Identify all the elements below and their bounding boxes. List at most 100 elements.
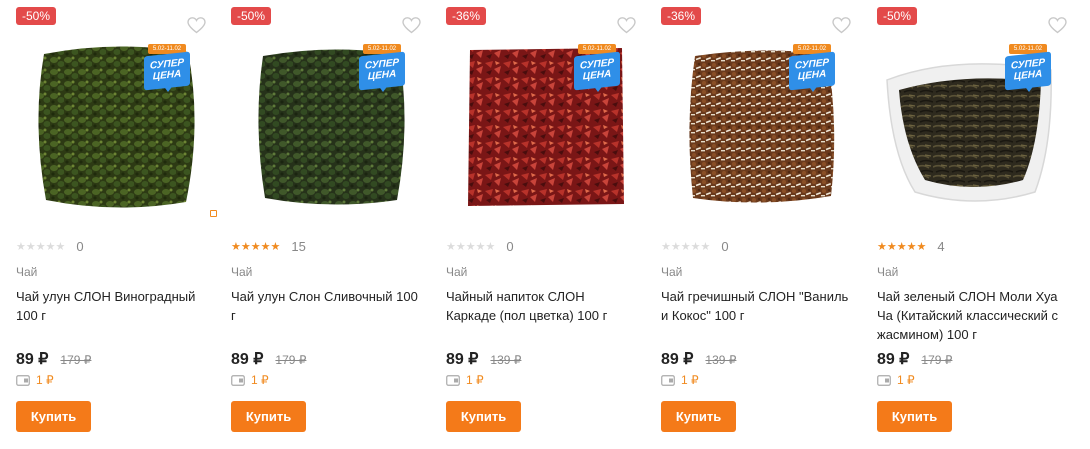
star-icon: ★ [250, 240, 261, 253]
review-count[interactable]: 4 [937, 239, 944, 254]
buy-button[interactable]: Купить [877, 401, 952, 432]
review-count[interactable]: 15 [291, 239, 305, 254]
buy-button[interactable]: Купить [661, 401, 736, 432]
super-price-badge: 5.02-11.02 СУПЕР ЦЕНА [789, 44, 835, 92]
bonus-points: 1 ₽ [446, 373, 484, 387]
bonus-value: 1 ₽ [36, 373, 54, 387]
product-card: -50% 5.02-11.02 СУПЕР ЦЕНА [877, 0, 1077, 449]
favorite-heart-icon[interactable] [187, 17, 206, 34]
buy-button[interactable]: Купить [446, 401, 521, 432]
price-block: 89 ₽ 179 ₽ [231, 349, 306, 369]
old-price: 179 ₽ [921, 353, 953, 367]
super-price-badge: 5.02-11.02 СУПЕР ЦЕНА [359, 44, 405, 92]
discount-badge: -50% [16, 7, 57, 25]
star-icon: ★ [55, 240, 66, 253]
star-icon: ★ [240, 240, 251, 253]
product-name[interactable]: Чай зеленый СЛОН Моли Хуа Ча (Китайский … [877, 287, 1067, 344]
review-count[interactable]: 0 [721, 239, 728, 254]
product-category[interactable]: Чай [661, 265, 682, 279]
promo-line-2: ЦЕНА [367, 68, 397, 83]
rating-stars: ★★★★★ [231, 240, 280, 253]
old-price: 179 ₽ [275, 353, 307, 367]
current-price: 89 ₽ [877, 351, 910, 368]
star-icon: ★ [25, 240, 36, 253]
product-name[interactable]: Чайный напиток СЛОН Каркаде (пол цветка)… [446, 287, 636, 325]
bonus-card-icon [231, 374, 245, 386]
star-icon: ★ [886, 240, 897, 253]
bonus-points: 1 ₽ [16, 373, 54, 387]
current-price: 89 ₽ [231, 351, 264, 368]
bonus-value: 1 ₽ [251, 373, 269, 387]
bonus-value: 1 ₽ [466, 373, 484, 387]
price-block: 89 ₽ 179 ₽ [877, 349, 952, 369]
review-count[interactable]: 0 [506, 239, 513, 254]
bonus-points: 1 ₽ [877, 373, 915, 387]
current-price: 89 ₽ [661, 351, 694, 368]
star-icon: ★ [270, 240, 281, 253]
star-icon: ★ [455, 240, 466, 253]
star-icon: ★ [16, 240, 26, 253]
price-block: 89 ₽ 139 ₽ [446, 349, 521, 369]
discount-badge: -36% [446, 7, 487, 25]
star-icon: ★ [661, 240, 671, 253]
star-icon: ★ [896, 240, 907, 253]
star-icon: ★ [670, 240, 681, 253]
product-grid: -50% 5.02-11.02 СУПЕР ЦЕНА ★★★★★ 0 Чай Ч… [0, 0, 1090, 449]
product-name[interactable]: Чай гречишный СЛОН "Ваниль и Кокос" 100 … [661, 287, 851, 325]
favorite-heart-icon[interactable] [832, 17, 851, 34]
rating: ★★★★★ 15 [231, 238, 306, 254]
star-icon: ★ [35, 240, 46, 253]
product-card: -50% 5.02-11.02 СУПЕР ЦЕНА [16, 0, 217, 449]
product-name[interactable]: Чай улун СЛОН Виноградный 100 г [16, 287, 206, 325]
product-card: -36% 5.02-11.02 СУПЕР ЦЕНА ★★★★★ 0 Чай Ч… [661, 0, 861, 449]
buy-button[interactable]: Купить [16, 401, 91, 432]
buy-button[interactable]: Купить [231, 401, 306, 432]
bonus-value: 1 ₽ [681, 373, 699, 387]
promo-line-2: ЦЕНА [1013, 68, 1043, 83]
current-price: 89 ₽ [16, 351, 49, 368]
product-category[interactable]: Чай [231, 265, 252, 279]
star-icon: ★ [231, 240, 241, 253]
bonus-card-icon [16, 374, 30, 386]
current-price: 89 ₽ [446, 351, 479, 368]
product-card: -50% 5.02-11.02 СУПЕР ЦЕНА [231, 0, 431, 449]
star-icon: ★ [475, 240, 486, 253]
star-icon: ★ [700, 240, 711, 253]
discount-badge: -50% [231, 7, 272, 25]
super-price-badge: 5.02-11.02 СУПЕР ЦЕНА [1005, 44, 1051, 92]
price-block: 89 ₽ 139 ₽ [661, 349, 736, 369]
review-count[interactable]: 0 [76, 239, 83, 254]
rating: ★★★★★ 4 [877, 238, 945, 254]
star-icon: ★ [485, 240, 496, 253]
bonus-points: 1 ₽ [661, 373, 699, 387]
favorite-heart-icon[interactable] [402, 17, 421, 34]
rating-stars: ★★★★★ [661, 240, 710, 253]
rating-stars: ★★★★★ [446, 240, 495, 253]
star-icon: ★ [906, 240, 917, 253]
product-category[interactable]: Чай [16, 265, 37, 279]
product-category[interactable]: Чай [877, 265, 898, 279]
rating: ★★★★★ 0 [446, 238, 514, 254]
discount-badge: -36% [661, 7, 702, 25]
bonus-card-icon [661, 374, 675, 386]
star-icon: ★ [680, 240, 691, 253]
product-name[interactable]: Чай улун Слон Сливочный 100 г [231, 287, 421, 325]
product-card: -36% 5.02-11.02 СУПЕР ЦЕНА ★★★★★ 0 Чай Ч… [446, 0, 646, 449]
discount-badge: -50% [877, 7, 918, 25]
product-category[interactable]: Чай [446, 265, 467, 279]
rating-stars: ★★★★★ [16, 240, 65, 253]
rating: ★★★★★ 0 [661, 238, 729, 254]
favorite-heart-icon[interactable] [617, 17, 636, 34]
promo-line-2: ЦЕНА [797, 68, 827, 83]
old-price: 139 ₽ [705, 353, 737, 367]
super-price-badge: 5.02-11.02 СУПЕР ЦЕНА [574, 44, 620, 92]
star-icon: ★ [446, 240, 456, 253]
super-price-badge: 5.02-11.02 СУПЕР ЦЕНА [144, 44, 190, 92]
star-icon: ★ [465, 240, 476, 253]
star-icon: ★ [690, 240, 701, 253]
rating-stars: ★★★★★ [877, 240, 926, 253]
favorite-heart-icon[interactable] [1048, 17, 1067, 34]
star-icon: ★ [916, 240, 927, 253]
star-icon: ★ [877, 240, 887, 253]
image-marker-icon [210, 210, 217, 217]
